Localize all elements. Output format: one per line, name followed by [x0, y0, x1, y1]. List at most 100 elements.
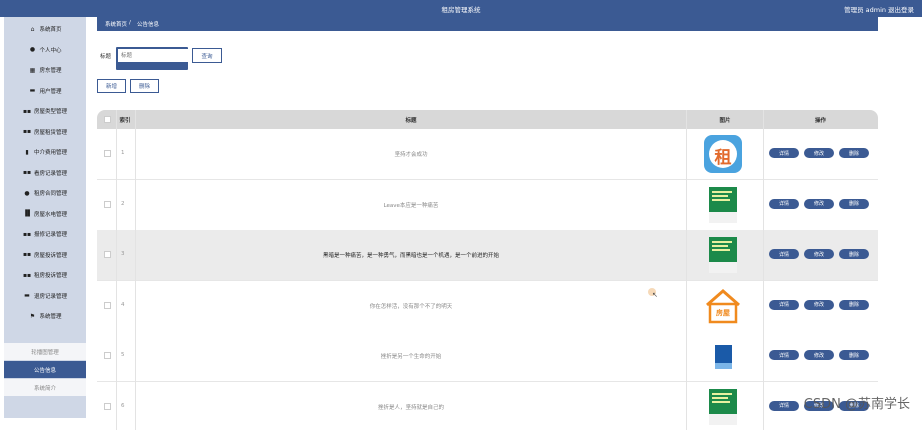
row-actions: 详情修改删除: [769, 300, 869, 310]
select-all-checkbox[interactable]: [104, 116, 111, 123]
delete-button[interactable]: 删除: [839, 300, 869, 310]
row-title: 黑暗是一种痛苦，是一种勇气，而黑暗也是一个机遇，是一个前进的开始: [137, 251, 685, 259]
app-title: 租房管理系统: [0, 4, 922, 14]
add-button[interactable]: 新增: [97, 79, 126, 93]
sidebar-item[interactable]: ▬退房记录管理: [4, 286, 86, 306]
sidebar-item-label: 看房记录管理: [34, 169, 67, 177]
logout-link[interactable]: 退出登录: [888, 4, 914, 14]
sidebar-subitem[interactable]: 公告信息: [4, 361, 86, 378]
watermark: CSDN @苏南学长: [804, 393, 910, 412]
table-row[interactable]: 4你在怎样活，没有那个不了的明天房屋详情修改删除: [97, 281, 878, 332]
search-input[interactable]: [118, 49, 188, 62]
row-checkbox[interactable]: [104, 251, 111, 258]
detail-button[interactable]: 详情: [769, 148, 799, 158]
sidebar-item-label: 房东管理: [39, 66, 61, 74]
edit-button[interactable]: 修改: [804, 249, 834, 259]
sidebar-item[interactable]: ▪▪看房记录管理: [4, 163, 86, 183]
column-header-actions: 操作: [763, 116, 878, 124]
sidebar-item-label: 用户管理: [39, 87, 61, 95]
breadcrumb: 系统首页 / 公告信息: [97, 17, 878, 31]
green-book-image: [704, 388, 742, 426]
receipt-icon: ▮: [23, 149, 31, 156]
sidebar-item[interactable]: ▪▪房屋租赁管理: [4, 122, 86, 142]
briefcase-icon: ▬: [28, 87, 36, 94]
delete-button[interactable]: 删除: [839, 199, 869, 209]
blue-book-image: [704, 337, 742, 375]
delete-button[interactable]: 删除: [839, 350, 869, 360]
apps-icon: ▪▪: [23, 108, 31, 115]
flag-icon: ⚑: [28, 313, 36, 320]
table-row[interactable]: 6挫折是人，坚持就是自己的详情修改删除: [97, 382, 878, 430]
sidebar-item[interactable]: ▪▪报修记录管理: [4, 224, 86, 244]
table-row[interactable]: 1坚持才会成功租详情修改删除: [97, 129, 878, 180]
detail-button[interactable]: 详情: [769, 199, 799, 209]
row-checkbox[interactable]: [104, 150, 111, 157]
row-index: 4: [121, 302, 125, 308]
sidebar-item-label: 中介费用管理: [34, 148, 67, 156]
row-index: 6: [121, 403, 125, 409]
table-header: 索引 标题 图片 操作: [97, 110, 878, 129]
edit-button[interactable]: 修改: [804, 199, 834, 209]
detail-button[interactable]: 详情: [769, 249, 799, 259]
house-logo-image: 房屋: [704, 287, 742, 325]
row-index: 3: [121, 251, 125, 257]
sidebar-item-label: 房屋投诉管理: [34, 251, 67, 259]
row-index: 2: [121, 201, 125, 207]
detail-button[interactable]: 详情: [769, 401, 799, 411]
sidebar-item[interactable]: ▦房东管理: [4, 60, 86, 80]
top-bar: 租房管理系统 管理员 admin 退出登录: [0, 0, 922, 17]
current-user: 管理员 admin: [844, 4, 886, 14]
row-title: 挫折是另一个生命的开始: [137, 352, 685, 360]
row-title: Leave本应是一种痛苦: [137, 201, 685, 209]
sidebar-item[interactable]: ▪▪租房投诉管理: [4, 265, 86, 285]
delete-selected-button[interactable]: 删除: [130, 79, 159, 93]
sidebar-item[interactable]: ●租房合同管理: [4, 183, 86, 203]
detail-button[interactable]: 详情: [769, 300, 799, 310]
row-title: 坚持才会成功: [137, 150, 685, 158]
sidebar-item[interactable]: ▪▪房屋投诉管理: [4, 245, 86, 265]
sidebar-item[interactable]: ▪▪房屋类型管理: [4, 101, 86, 121]
table-row[interactable]: 2 Leave本应是一种痛苦 详情修改删除: [97, 180, 878, 231]
apps-icon: ▪▪: [23, 231, 31, 238]
chat-icon: ▬: [23, 292, 31, 299]
row-actions: 详情修改删除: [769, 249, 869, 259]
delete-button[interactable]: 删除: [839, 148, 869, 158]
table-row[interactable]: 3 黑暗是一种痛苦，是一种勇气，而黑暗也是一个机遇，是一个前进的开始 详情修改删除: [97, 230, 878, 281]
sidebar-item[interactable]: ⌂系统首页: [4, 19, 86, 39]
row-actions: 详情修改删除: [769, 350, 869, 360]
row-checkbox[interactable]: [104, 302, 111, 309]
edit-button[interactable]: 修改: [804, 300, 834, 310]
row-checkbox[interactable]: [104, 403, 111, 410]
announcement-table: 索引 标题 图片 操作 1坚持才会成功租详情修改删除2Leave本应是一种痛苦详…: [97, 110, 878, 430]
edit-button[interactable]: 修改: [804, 148, 834, 158]
sidebar-item[interactable]: ▮中介费用管理: [4, 142, 86, 162]
sidebar-item-label: 报修记录管理: [34, 230, 67, 238]
delete-button[interactable]: 删除: [839, 249, 869, 259]
grid-icon: ▦: [28, 67, 36, 74]
sidebar-item[interactable]: ▐▌房屋水电管理: [4, 204, 86, 224]
rent-logo-text: 租: [704, 143, 742, 168]
sidebar-subitem[interactable]: 系统简介: [4, 379, 86, 396]
sidebar-item-label: 退房记录管理: [34, 292, 67, 300]
sidebar-item-label: 系统首页: [39, 25, 61, 33]
breadcrumb-home[interactable]: 系统首页: [105, 20, 127, 28]
sidebar-subitem[interactable]: 轮播图管理: [4, 343, 86, 360]
search-label: 标题: [100, 52, 111, 60]
breadcrumb-current: 公告信息: [137, 20, 159, 28]
edit-button[interactable]: 修改: [804, 350, 834, 360]
row-checkbox[interactable]: [104, 352, 111, 359]
sidebar-item[interactable]: ⚑系统管理: [4, 306, 86, 326]
green-book-image: [704, 186, 742, 224]
row-actions: 详情修改删除: [769, 199, 869, 209]
table-row[interactable]: 5挫折是另一个生命的开始详情修改删除: [97, 331, 878, 382]
row-actions: 详情修改删除: [769, 148, 869, 158]
sidebar-item[interactable]: ●个人中心: [4, 40, 86, 60]
row-checkbox[interactable]: [104, 201, 111, 208]
sidebar-item[interactable]: ▬用户管理: [4, 81, 86, 101]
detail-button[interactable]: 详情: [769, 350, 799, 360]
green-book-image: [704, 236, 742, 274]
column-header-title: 标题: [137, 116, 685, 124]
search-button[interactable]: 查询: [192, 48, 222, 63]
person-icon: ●: [23, 190, 31, 197]
apps-icon: ▪▪: [23, 128, 31, 135]
